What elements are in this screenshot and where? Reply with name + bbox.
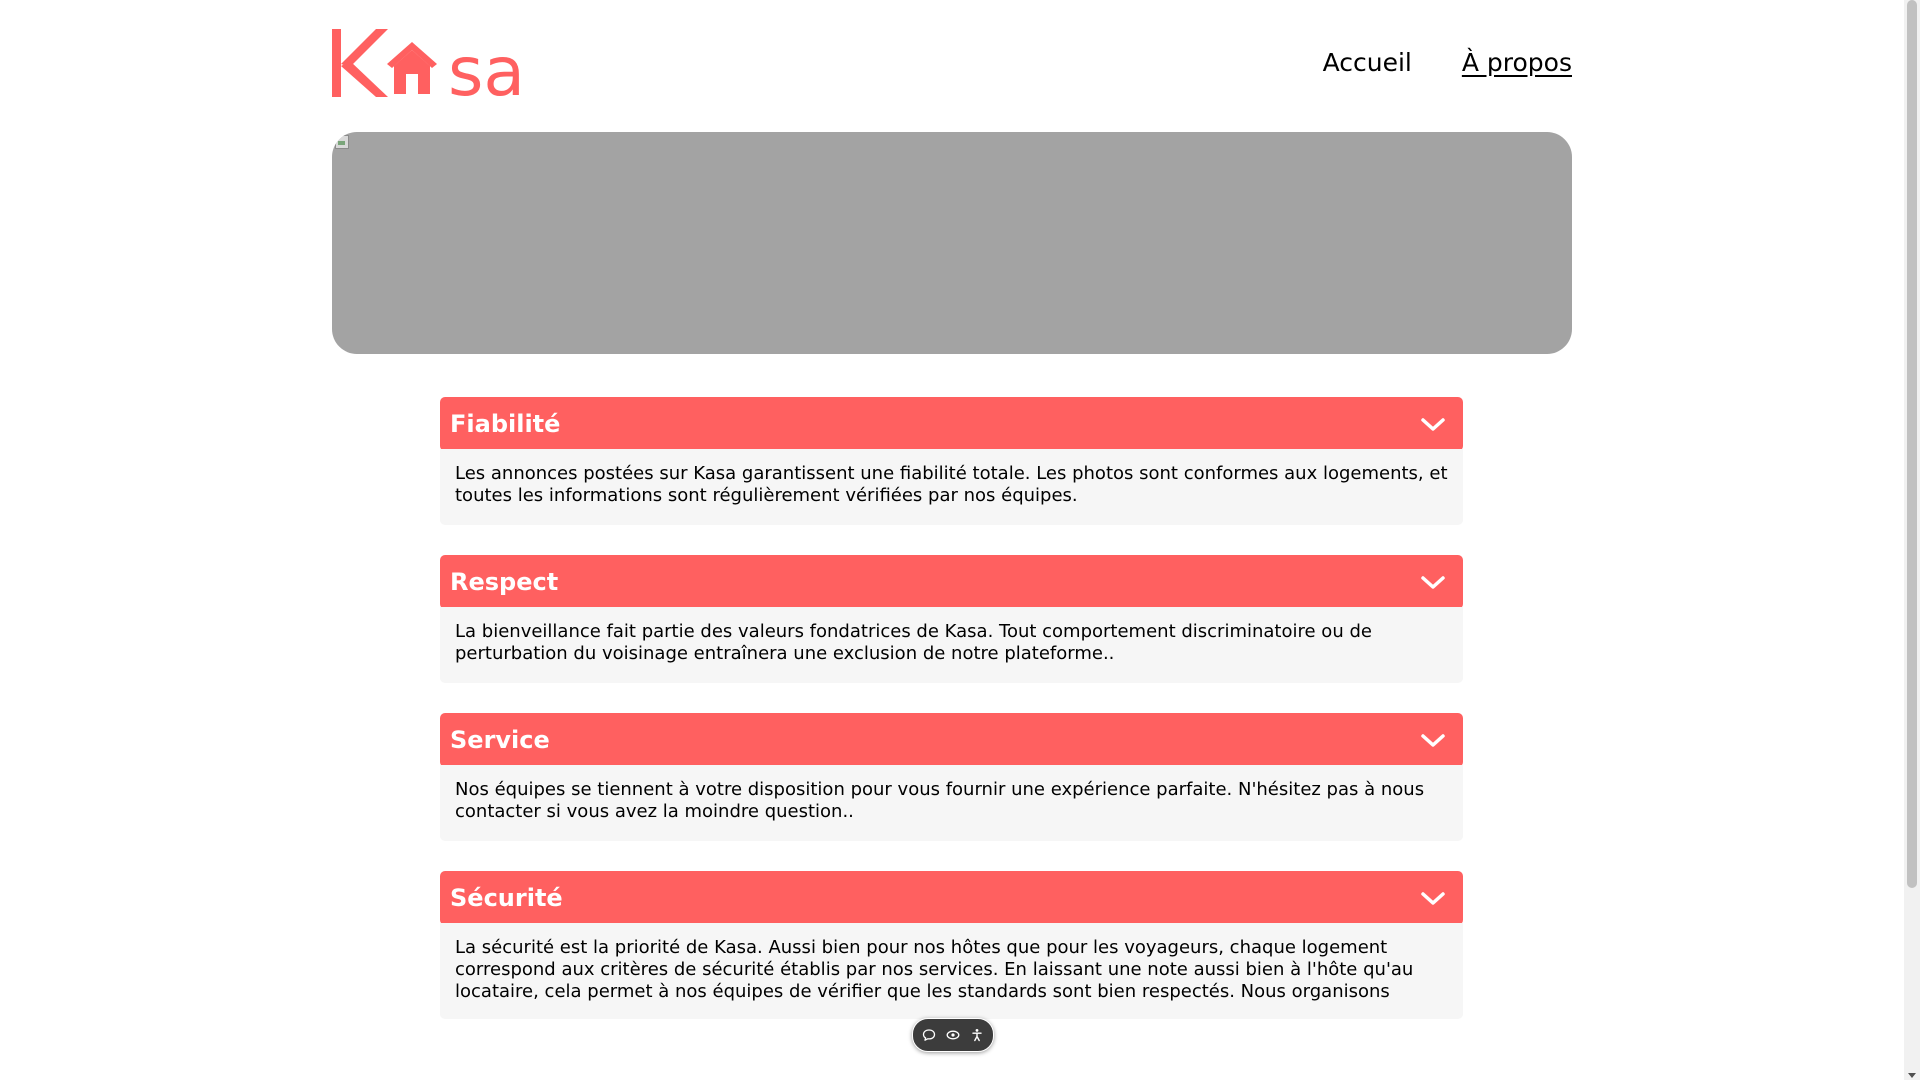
site-header: sa Accueil À propos: [332, 28, 1572, 100]
collapse-content: Les annonces postées sur Kasa garantisse…: [440, 449, 1463, 525]
nav-accueil[interactable]: Accueil: [1323, 48, 1412, 77]
collapse-content: La bienveillance fait partie des valeurs…: [440, 607, 1463, 683]
about-banner-image: [332, 132, 1572, 354]
chevron-down-icon[interactable]: [1419, 568, 1447, 596]
collapse-content: Nos équipes se tiennent à votre disposit…: [440, 765, 1463, 841]
kasa-logo[interactable]: sa: [332, 28, 548, 100]
collapse-title: Sécurité: [450, 884, 563, 912]
broken-image-icon: [335, 135, 349, 149]
scrollbar-thumb[interactable]: [1907, 0, 1917, 888]
collapse-title: Fiabilité: [450, 410, 561, 438]
collapse-content: La sécurité est la priorité de Kasa. Aus…: [440, 923, 1463, 1019]
main-nav: Accueil À propos: [1323, 48, 1572, 77]
collapse-securite: Sécurité La sécurité est la priorité de …: [440, 871, 1463, 1019]
collapse-respect: Respect La bienveillance fait partie des…: [440, 555, 1463, 683]
chevron-down-icon[interactable]: [1419, 726, 1447, 754]
page-scrollbar[interactable]: [1904, 0, 1920, 1080]
about-collapses: Fiabilité Les annonces postées sur Kasa …: [440, 397, 1463, 1049]
chevron-down-icon[interactable]: [1419, 884, 1447, 912]
comment-icon[interactable]: [922, 1028, 936, 1042]
page: sa Accueil À propos Fiabilité Les annonc…: [0, 0, 1904, 1080]
collapse-service: Service Nos équipes se tiennent à votre …: [440, 713, 1463, 841]
collapse-title: Service: [450, 726, 550, 754]
floating-toolbar: [912, 1018, 994, 1052]
scroll-down-arrow-icon[interactable]: [1908, 1073, 1916, 1078]
collapse-header[interactable]: Service: [440, 713, 1463, 767]
collapse-header[interactable]: Respect: [440, 555, 1463, 609]
eye-icon[interactable]: [946, 1028, 960, 1042]
accessibility-icon[interactable]: [970, 1028, 984, 1042]
collapse-title: Respect: [450, 568, 559, 596]
logo-text: sa: [448, 33, 525, 100]
collapse-header[interactable]: Fiabilité: [440, 397, 1463, 451]
nav-a-propos[interactable]: À propos: [1462, 48, 1572, 77]
collapse-fiabilite: Fiabilité Les annonces postées sur Kasa …: [440, 397, 1463, 525]
collapse-header[interactable]: Sécurité: [440, 871, 1463, 925]
chevron-down-icon[interactable]: [1419, 410, 1447, 438]
